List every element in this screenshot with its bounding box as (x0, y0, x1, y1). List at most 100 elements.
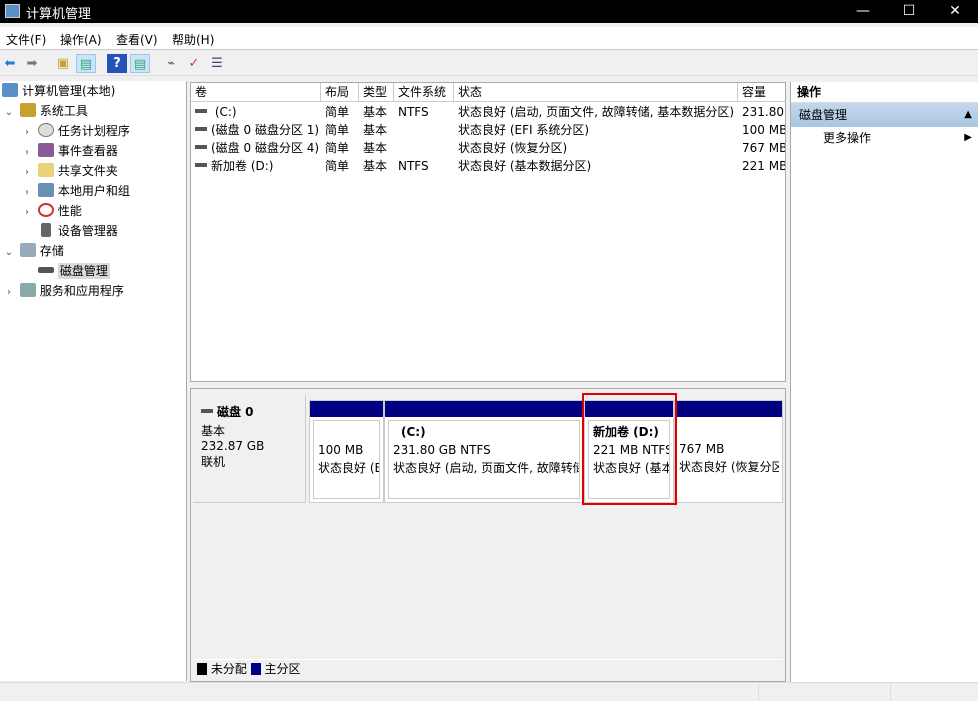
tree-item-task-scheduler[interactable]: › 任务计划程序 (20, 121, 130, 141)
drive-icon (195, 163, 207, 167)
maximize-button[interactable]: ☐ (886, 0, 932, 23)
title-bar: 计算机管理 — ☐ ✕ (0, 0, 978, 23)
collapse-up-icon[interactable]: ▲ (964, 103, 972, 127)
forward-icon[interactable]: ➡ (22, 54, 42, 73)
drive-icon (195, 127, 207, 131)
event-log-icon (37, 143, 54, 157)
disk-type: 基本 (201, 424, 226, 438)
cell-status: 状态良好 (基本数据分区) (458, 159, 592, 173)
cell-filesystem: NTFS (398, 159, 429, 173)
chevron-right-icon[interactable]: › (20, 123, 34, 143)
close-button[interactable]: ✕ (932, 0, 978, 23)
legend-unallocated: 未分配 (210, 662, 247, 676)
tree-item-device-manager[interactable]: 设备管理器 (20, 221, 118, 241)
menu-view[interactable]: 查看(V) (116, 31, 158, 48)
connect-icon[interactable]: ⌁ (161, 54, 181, 73)
disk-icon (37, 267, 54, 273)
column-header-capacity[interactable]: 容量 (738, 83, 785, 102)
users-icon (37, 183, 54, 197)
cell-layout: 简单 (325, 141, 350, 155)
tree-item-computer-management[interactable]: 计算机管理(本地) (2, 81, 115, 101)
unallocated-swatch (197, 663, 207, 675)
help-icon[interactable]: ? (107, 54, 127, 73)
navigation-tree: 计算机管理(本地) ⌄ 系统工具 › 任务计划程序 › 事件查看器 › 共享文件… (0, 81, 187, 681)
chevron-down-icon[interactable]: ⌄ (2, 243, 16, 263)
chevron-right-icon[interactable]: › (20, 143, 34, 163)
column-header-type[interactable]: 类型 (359, 83, 394, 102)
tree-item-event-viewer[interactable]: › 事件查看器 (20, 141, 118, 161)
show-hide-action-pane-icon[interactable]: ▤ (130, 54, 150, 73)
table-row[interactable]: 新加卷 (D:) 简单 基本 NTFS 状态良好 (基本数据分区) 221 MB (191, 157, 786, 175)
tools-icon (19, 103, 36, 117)
tree-item-system-tools[interactable]: ⌄ 系统工具 (2, 101, 88, 121)
cell-capacity: 100 MB (742, 123, 786, 137)
table-row[interactable]: (磁盘 0 磁盘分区 4) 简单 基本 状态良好 (恢复分区) 767 MB (191, 139, 786, 157)
column-header-status[interactable]: 状态 (454, 83, 738, 102)
disk-icon (201, 409, 213, 413)
cell-volume: (磁盘 0 磁盘分区 1) (191, 121, 321, 139)
chevron-right-icon[interactable]: › (20, 163, 34, 183)
show-hide-tree-icon[interactable]: ▤ (76, 54, 96, 73)
minimize-button[interactable]: — (840, 0, 886, 23)
table-row[interactable]: (磁盘 0 磁盘分区 1) 简单 基本 状态良好 (EFI 系统分区) 100 MB (191, 121, 786, 139)
cell-volume: (磁盘 0 磁盘分区 4) (191, 139, 321, 157)
tree-item-local-users-groups[interactable]: › 本地用户和组 (20, 181, 130, 201)
menu-file[interactable]: 文件(F) (6, 31, 46, 48)
computer-icon (2, 83, 18, 97)
cell-layout: 简单 (325, 123, 350, 137)
cell-type: 基本 (363, 105, 388, 119)
menu-bar: 文件(F) 操作(A) 查看(V) 帮助(H) (0, 27, 978, 50)
device-icon (40, 223, 51, 237)
column-header-volume[interactable]: 卷 (191, 83, 321, 102)
action-pane: 操作 磁盘管理 ▲ 更多操作 ▶ (790, 82, 978, 682)
chevron-right-icon[interactable]: › (2, 283, 16, 303)
cell-layout: 简单 (325, 105, 350, 119)
properties-icon[interactable]: ☰ (207, 54, 227, 73)
cell-status: 状态良好 (恢复分区) (458, 141, 568, 155)
up-folder-icon[interactable]: ▣ (53, 54, 73, 73)
chevron-right-icon[interactable]: › (20, 203, 34, 223)
disk-size: 232.87 GB (201, 439, 265, 453)
menu-action[interactable]: 操作(A) (60, 31, 102, 48)
cell-capacity: 231.80 (742, 105, 784, 119)
drive-icon (195, 109, 207, 113)
chevron-right-icon[interactable]: › (20, 183, 34, 203)
cell-type: 基本 (363, 159, 388, 173)
cell-capacity: 767 MB (742, 141, 786, 155)
chevron-down-icon[interactable]: ⌄ (2, 103, 16, 123)
tree-item-shared-folders[interactable]: › 共享文件夹 (20, 161, 118, 181)
tree-item-performance[interactable]: › 性能 (20, 201, 82, 221)
cell-capacity: 221 MB (742, 159, 786, 173)
partition-recovery[interactable]: 767 MB 状态良好 (恢复分区) (674, 400, 783, 503)
column-header-filesystem[interactable]: 文件系统 (394, 83, 454, 102)
cell-volume: (C:) (191, 103, 321, 121)
checklist-icon[interactable]: ✓ (184, 54, 204, 73)
toolbar: ⬅ ➡ ▣ ▤ ? ▤ ⌁ ✓ ☰ (0, 51, 978, 76)
cell-type: 基本 (363, 141, 388, 155)
shared-folder-icon (37, 163, 54, 177)
menu-help[interactable]: 帮助(H) (172, 31, 214, 48)
column-header-layout[interactable]: 布局 (321, 83, 359, 102)
disk-name: 磁盘 0 (217, 405, 254, 419)
partition-c[interactable]: (C:)231.80 GB NTFS状态良好 (启动, 页面文件, 故障转储, … (384, 400, 584, 503)
cell-volume: 新加卷 (D:) (191, 157, 321, 175)
disk-0-label[interactable]: 磁盘 0 基本 232.87 GB 联机 (193, 395, 306, 503)
legend-primary: 主分区 (264, 662, 301, 676)
action-section-disk-management[interactable]: 磁盘管理 ▲ (791, 103, 978, 127)
services-icon (19, 283, 36, 297)
drive-icon (195, 145, 207, 149)
submenu-arrow-icon: ▶ (964, 132, 972, 143)
partition-efi[interactable]: 100 MB状态良好 (EFI 系统分区) (309, 400, 384, 503)
tree-item-disk-management[interactable]: 磁盘管理 (20, 261, 110, 281)
clock-icon (37, 123, 54, 137)
tree-item-services-applications[interactable]: › 服务和应用程序 (2, 281, 124, 301)
cell-filesystem: NTFS (398, 105, 429, 119)
cell-status: 状态良好 (启动, 页面文件, 故障转储, 基本数据分区) (458, 105, 735, 119)
highlight-box (582, 393, 677, 505)
table-row[interactable]: (C:) 简单 基本 NTFS 状态良好 (启动, 页面文件, 故障转储, 基本数据分区… (191, 103, 785, 121)
tree-item-storage[interactable]: ⌄ 存储 (2, 241, 64, 261)
back-icon[interactable]: ⬅ (0, 54, 20, 73)
primary-swatch (250, 663, 261, 675)
more-actions-item[interactable]: 更多操作 ▶ (791, 127, 978, 149)
action-pane-header: 操作 (791, 82, 978, 103)
